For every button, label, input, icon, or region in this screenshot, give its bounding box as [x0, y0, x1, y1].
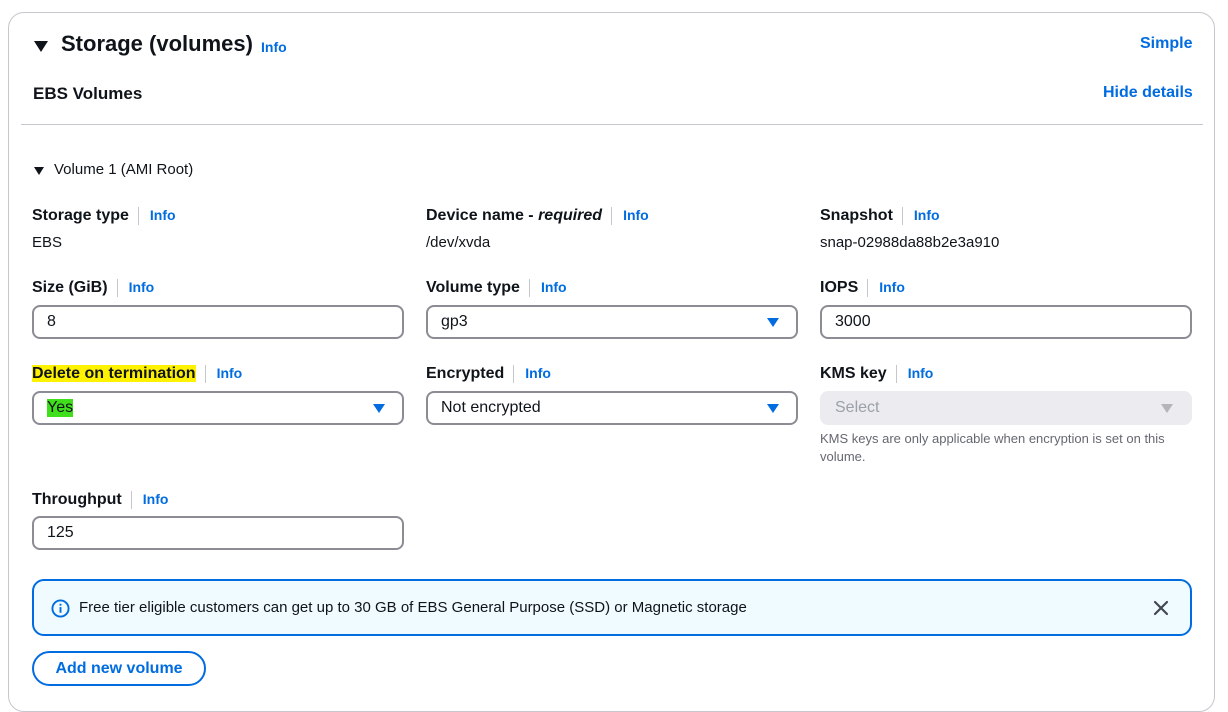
- snapshot-info-link[interactable]: Info: [914, 207, 940, 223]
- size-info-link[interactable]: Info: [129, 279, 155, 295]
- collapse-volume-toggle[interactable]: [34, 162, 44, 180]
- snapshot-label: Snapshot: [820, 207, 893, 225]
- collapse-storage-toggle[interactable]: [34, 39, 48, 57]
- storage-type-label: Storage type: [32, 207, 129, 225]
- volume-type-info-link[interactable]: Info: [541, 279, 567, 295]
- volume-type-selected: gp3: [441, 313, 468, 330]
- hide-details-link[interactable]: Hide details: [1103, 84, 1193, 102]
- storage-type-label-row: Storage type Info: [32, 207, 176, 225]
- delete-on-termination-select[interactable]: Yes: [32, 391, 404, 425]
- caret-down-icon: [34, 167, 44, 175]
- dropdown-caret-icon: [767, 318, 779, 327]
- encrypted-selected: Not encrypted: [441, 399, 541, 416]
- delete-on-termination-selected: Yes: [47, 399, 74, 417]
- storage-type-info-link[interactable]: Info: [150, 207, 176, 223]
- throughput-label: Throughput: [32, 491, 122, 509]
- kms-key-label-row: KMS key Info: [820, 365, 933, 383]
- snapshot-label-row: Snapshot Info: [820, 207, 940, 225]
- iops-input-value: 3000: [835, 313, 871, 330]
- delete-on-termination-label: Delete on termination: [32, 365, 196, 383]
- kms-key-select[interactable]: Select: [820, 391, 1192, 425]
- delete-on-termination-label-row: Delete on termination Info: [32, 365, 242, 383]
- encrypted-label: Encrypted: [426, 365, 505, 383]
- throughput-label-row: Throughput Info: [32, 491, 168, 509]
- size-label: Size (GiB): [32, 279, 108, 297]
- simple-link[interactable]: Simple: [1140, 35, 1192, 53]
- volume-type-select[interactable]: gp3: [426, 305, 798, 339]
- iops-label-row: IOPS Info: [820, 279, 905, 297]
- volume-title: Volume 1 (AMI Root): [54, 161, 194, 178]
- size-input-value: 8: [47, 313, 56, 330]
- kms-key-hint: KMS keys are only applicable when encryp…: [820, 430, 1165, 466]
- kms-key-hint-line: KMS keys are only applicable when encryp…: [820, 431, 1165, 446]
- encrypted-label-row: Encrypted Info: [426, 365, 551, 383]
- volume-type-label: Volume type: [426, 279, 520, 297]
- device-name-value: /dev/xvda: [426, 234, 491, 251]
- device-name-label: Device name -: [426, 207, 539, 225]
- add-new-volume-button[interactable]: Add new volume: [32, 651, 206, 686]
- info-circle-icon: [51, 599, 70, 618]
- dropdown-caret-icon: [373, 404, 385, 413]
- storage-info-link[interactable]: Info: [261, 39, 287, 55]
- iops-info-link[interactable]: Info: [879, 279, 905, 295]
- throughput-input-value: 125: [47, 524, 74, 541]
- encrypted-select[interactable]: Not encrypted: [426, 391, 798, 425]
- iops-label: IOPS: [820, 279, 859, 297]
- add-new-volume-label: Add new volume: [55, 659, 183, 677]
- throughput-info-link[interactable]: Info: [143, 491, 169, 507]
- dropdown-caret-icon: [1161, 404, 1173, 413]
- free-tier-alert: Free tier eligible customers can get up …: [32, 579, 1192, 636]
- kms-key-placeholder: Select: [835, 399, 880, 416]
- size-input[interactable]: 8: [32, 305, 404, 339]
- kms-key-hint-line: volume.: [820, 449, 866, 464]
- caret-down-icon: [34, 41, 48, 52]
- close-icon[interactable]: [1153, 600, 1169, 616]
- section-title: Storage (volumes): [61, 31, 253, 56]
- size-label-row: Size (GiB) Info: [32, 279, 154, 297]
- kms-key-info-link[interactable]: Info: [908, 365, 934, 381]
- iops-input[interactable]: 3000: [820, 305, 1192, 339]
- volume-type-label-row: Volume type Info: [426, 279, 567, 297]
- encrypted-info-link[interactable]: Info: [525, 365, 551, 381]
- delete-on-termination-info-link[interactable]: Info: [217, 365, 243, 381]
- device-name-info-link[interactable]: Info: [623, 207, 649, 223]
- device-name-label-row: Device name - required Info: [426, 207, 649, 225]
- alert-text: Free tier eligible customers can get up …: [79, 599, 747, 616]
- storage-type-value: EBS: [32, 234, 63, 251]
- dropdown-caret-icon: [767, 404, 779, 413]
- divider: [21, 124, 1203, 125]
- required-marker: required: [538, 207, 603, 225]
- ebs-volumes-title: EBS Volumes: [33, 84, 143, 103]
- throughput-input[interactable]: 125: [32, 516, 404, 550]
- kms-key-label: KMS key: [820, 365, 887, 383]
- snapshot-value: snap-02988da88b2e3a910: [820, 234, 1000, 251]
